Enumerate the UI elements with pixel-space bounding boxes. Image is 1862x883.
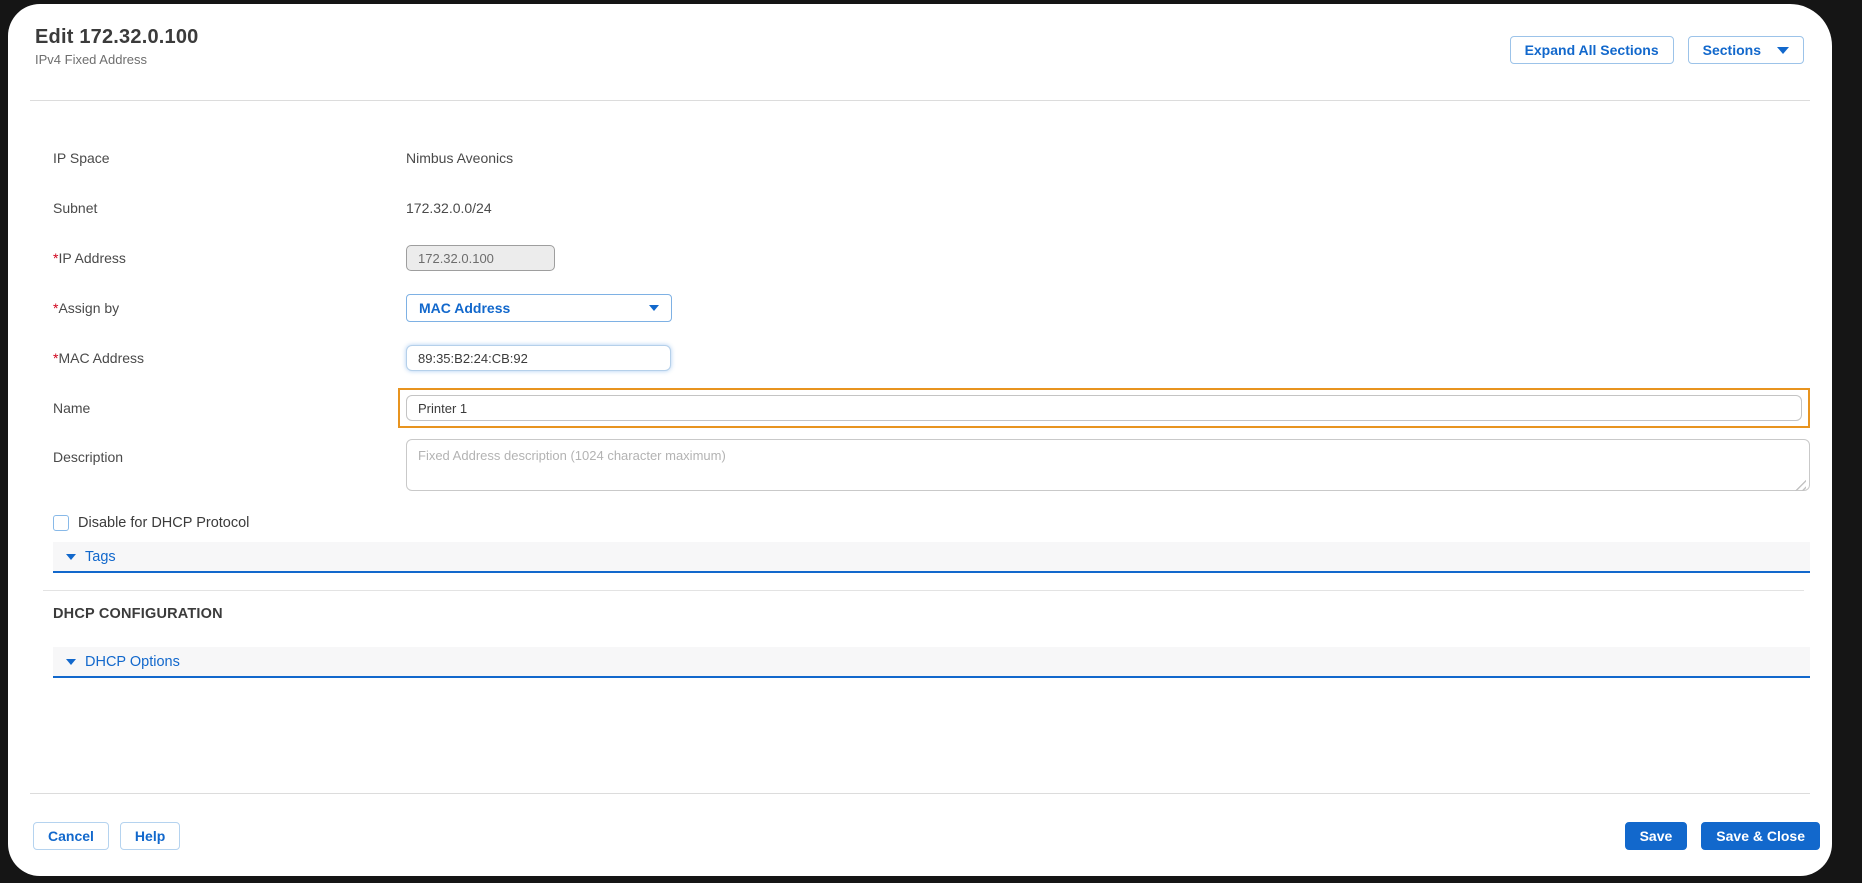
ip-space-value: Nimbus Aveonics xyxy=(406,150,513,166)
page-subtitle: IPv4 Fixed Address xyxy=(35,52,199,67)
description-textarea[interactable] xyxy=(406,439,1810,491)
ip-space-label: IP Space xyxy=(53,150,406,166)
footer-right-actions: Save Save & Close xyxy=(1625,822,1820,850)
assign-by-label: *Assign by xyxy=(53,300,406,316)
save-button[interactable]: Save xyxy=(1625,822,1688,850)
expand-all-sections-label: Expand All Sections xyxy=(1525,42,1659,58)
save-close-button[interactable]: Save & Close xyxy=(1701,822,1820,850)
mac-address-label: *MAC Address xyxy=(53,350,406,366)
name-input[interactable] xyxy=(406,395,1802,421)
chevron-down-icon xyxy=(66,659,76,665)
assign-by-selected-value: MAC Address xyxy=(419,300,510,316)
name-row: Name xyxy=(53,383,1810,433)
disable-dhcp-label: Disable for DHCP Protocol xyxy=(78,515,249,531)
tags-section-label: Tags xyxy=(85,549,116,565)
edit-fixed-address-panel: Edit 172.32.0.100 IPv4 Fixed Address Exp… xyxy=(8,4,1832,876)
chevron-down-icon xyxy=(1777,47,1789,54)
ip-address-label: *IP Address xyxy=(53,250,406,266)
footer-divider xyxy=(30,793,1810,794)
dhcp-options-section-label: DHCP Options xyxy=(85,654,180,670)
save-close-label: Save & Close xyxy=(1716,828,1805,844)
header-divider xyxy=(30,100,1810,101)
cancel-label: Cancel xyxy=(48,828,94,844)
subnet-label: Subnet xyxy=(53,200,406,216)
assign-by-row: *Assign by MAC Address xyxy=(53,283,1810,333)
description-label: Description xyxy=(53,439,406,465)
cancel-button[interactable]: Cancel xyxy=(33,822,109,850)
sections-label: Sections xyxy=(1703,42,1761,58)
help-label: Help xyxy=(135,828,165,844)
dhcp-configuration-heading: DHCP CONFIGURATION xyxy=(53,606,223,622)
description-field-wrap xyxy=(406,439,1810,496)
name-field-highlight-ring xyxy=(398,388,1810,428)
tags-section-toggle[interactable]: Tags xyxy=(53,542,1810,573)
subnet-value: 172.32.0.0/24 xyxy=(406,200,492,216)
assign-by-select[interactable]: MAC Address xyxy=(406,294,672,322)
dhcp-options-section-toggle[interactable]: DHCP Options xyxy=(53,647,1810,678)
subnet-row: Subnet 172.32.0.0/24 xyxy=(53,183,1810,233)
footer-actions: Cancel Help Save Save & Close xyxy=(33,822,1820,850)
footer-left-actions: Cancel Help xyxy=(33,822,180,850)
mac-address-input[interactable] xyxy=(406,345,671,371)
page-title: Edit 172.32.0.100 xyxy=(35,26,199,49)
section-divider xyxy=(43,590,1804,591)
disable-dhcp-checkbox[interactable] xyxy=(53,515,69,531)
header-actions: Expand All Sections Sections xyxy=(1510,36,1804,64)
ip-address-row: *IP Address xyxy=(53,233,1810,283)
save-label: Save xyxy=(1640,828,1673,844)
chevron-down-icon xyxy=(66,554,76,560)
description-row: Description xyxy=(53,439,1810,501)
page-header: Edit 172.32.0.100 IPv4 Fixed Address xyxy=(35,26,199,67)
mac-address-row: *MAC Address xyxy=(53,333,1810,383)
dhcp-options-section-wrap: DHCP Options xyxy=(53,647,1810,678)
name-label: Name xyxy=(53,400,406,416)
sections-dropdown-button[interactable]: Sections xyxy=(1688,36,1804,64)
ip-space-row: IP Space Nimbus Aveonics xyxy=(53,133,1810,183)
chevron-down-icon xyxy=(649,305,659,311)
fixed-address-form: IP Space Nimbus Aveonics Subnet 172.32.0… xyxy=(53,133,1810,573)
help-button[interactable]: Help xyxy=(120,822,180,850)
ip-address-input xyxy=(406,245,555,271)
expand-all-sections-button[interactable]: Expand All Sections xyxy=(1510,36,1674,64)
disable-dhcp-row: Disable for DHCP Protocol xyxy=(53,513,1810,533)
